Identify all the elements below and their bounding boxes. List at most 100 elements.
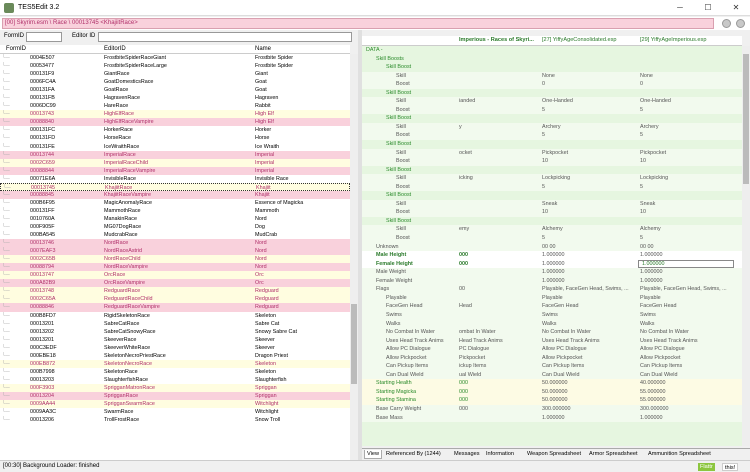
field-row[interactable]: Skill Boosts — [362, 54, 742, 64]
field-row[interactable]: Boost 5 5 — [362, 105, 742, 115]
field-row[interactable]: Boost 5 5 — [362, 234, 742, 243]
field-row[interactable]: Can Dual Wield ual Wield Can Dual Wield Can… — [362, 370, 742, 380]
tab-ammunition-spreadsheet[interactable]: Ammunition Spreadsheet — [646, 450, 713, 459]
scroll-thumb[interactable] — [743, 54, 749, 184]
column-plugin-3[interactable]: [29] YiffyAgeImperious.esp — [640, 37, 706, 43]
tab-referenced-by-1244-[interactable]: Referenced By (1244) — [384, 450, 443, 459]
table-row[interactable]: └─ 00088846 RedguardRaceVampire Redguard — [0, 303, 350, 312]
field-row[interactable]: Skill Boost — [362, 216, 742, 226]
table-row[interactable]: └─ 000B6F95 MagicAnomalyRace Essence of Mag… — [0, 199, 350, 207]
field-row[interactable]: Skill Sneak Sneak — [362, 199, 742, 209]
field-row[interactable]: DATA - — [362, 46, 742, 55]
tab-messages[interactable]: Messages — [452, 450, 482, 459]
table-row[interactable]: └─ 0010760A ManakinRace Nord — [0, 215, 350, 223]
field-row[interactable]: Skill Boost — [362, 88, 742, 98]
table-row[interactable]: └─ 00013748 RedguardRace Redguard — [0, 287, 350, 296]
field-row[interactable]: Skill Boost — [362, 165, 742, 175]
field-row[interactable]: Skill Boost — [362, 191, 742, 200]
field-row[interactable]: Base Carry Weight 000 300.000000 300.000000 — [362, 404, 742, 414]
table-row[interactable]: └─ 00013743 HighElfRace High Elf — [0, 110, 350, 119]
field-row[interactable]: Starting Magicka 000 50.000000 55.000000 — [362, 387, 742, 397]
tab-view[interactable]: View — [364, 450, 383, 459]
field-row[interactable]: Uses Head Track Anims Head Track Anims Use… — [362, 336, 742, 346]
editorid-filter-input[interactable] — [98, 32, 352, 42]
minimize-button[interactable]: ─ — [666, 0, 694, 16]
record-view-scrollbar[interactable] — [742, 46, 750, 446]
formid-filter-input[interactable] — [26, 32, 62, 42]
record-list-scrollbar[interactable] — [350, 54, 358, 460]
field-row[interactable]: Skill icking Lockpicking Lockpicking — [362, 174, 742, 183]
back-nav-icon[interactable] — [722, 19, 731, 28]
field-row[interactable]: Walks Walks Walks — [362, 319, 742, 329]
column-formid[interactable]: FormID — [6, 46, 26, 52]
tab-weapon-spreadsheet[interactable]: Weapon Spreadsheet — [525, 450, 583, 459]
table-row[interactable]: └─ 0009AA44 SprigganSwarmRace Witchlight — [0, 400, 350, 409]
close-button[interactable]: ✕ — [722, 0, 750, 16]
table-row[interactable]: └─ 000131FD HorseRace Horse — [0, 134, 350, 142]
field-row[interactable]: Boost 10 10 — [362, 157, 742, 166]
table-row[interactable]: └─ 000B8FD7 RigidSkeletonRace Skeleton — [0, 312, 350, 320]
table-row[interactable]: └─ 0002C65A RedguardRaceChild Redguard — [0, 295, 350, 304]
field-row[interactable]: Skill Boost — [362, 114, 742, 123]
field-row[interactable]: Allow Pickpocket Pickpocket Allow Pickpock… — [362, 353, 742, 363]
field-row[interactable]: Can Pickup Items ickup Items Can Pickup It… — [362, 362, 742, 371]
field-row[interactable]: Base Mass 1.000000 1.000000 — [362, 413, 742, 423]
table-row[interactable]: └─ 000131F9 GiantRace Giant — [0, 70, 350, 78]
field-row[interactable]: No Combat In Water ombat In Water No Comba… — [362, 328, 742, 337]
field-row[interactable]: Skill y Archery Archery — [362, 122, 742, 132]
table-row[interactable]: └─ 0007EAF3 NordRaceAstrid Nord — [0, 247, 350, 256]
table-row[interactable]: └─ 000C3EDF SkeeverWhiteRace Skeever — [0, 344, 350, 352]
table-row[interactable]: └─ 00013747 OrcRace Orc — [0, 271, 350, 280]
table-row[interactable]: └─ 0002C65B NordRaceChild Nord — [0, 255, 350, 264]
table-row[interactable]: └─ 00013746 NordRace Nord — [0, 239, 350, 248]
table-row[interactable]: └─ 000131FB HagravenRace Hagraven — [0, 94, 350, 102]
column-name[interactable]: Name — [255, 46, 271, 52]
field-row[interactable]: Boost 0 0 — [362, 80, 742, 89]
table-row[interactable]: └─ 0006DC99 HareRace Rabbit — [0, 102, 350, 110]
table-row[interactable]: └─ 000131FF MammothRace Mammoth — [0, 207, 350, 215]
column-editorid[interactable]: EditorID — [104, 46, 126, 52]
field-row[interactable]: FaceGen Head Head FaceGen Head FaceGen Head — [362, 302, 742, 311]
field-row[interactable]: Skill Boost — [362, 140, 742, 149]
field-row[interactable]: Male Height 000 1.000000 1.000000 — [362, 251, 742, 260]
table-row[interactable]: └─ 000BA545 MudcrabRace MudCrab — [0, 231, 350, 239]
table-row[interactable]: └─ 00088844 ImperialRaceVampire Imperial — [0, 166, 350, 175]
field-row[interactable]: Boost 10 10 — [362, 208, 742, 217]
field-row[interactable]: Flags 00 Playable, FaceGen Head, Swims, ..… — [362, 285, 742, 294]
forward-nav-icon[interactable] — [736, 19, 745, 28]
flattr-this-badge[interactable]: this! — [722, 463, 739, 471]
field-row[interactable]: Playable Playable Playable — [362, 293, 742, 303]
table-row[interactable]: └─ 000131FE IceWraithRace Ice Wraith — [0, 143, 350, 151]
flattr-badge[interactable]: Flattr — [698, 463, 715, 471]
field-row[interactable]: Skill ianded One-Handed One-Handed — [362, 97, 742, 106]
field-row[interactable]: Allow PC Dialogue PC Dialogue Allow PC Dia… — [362, 345, 742, 354]
table-row[interactable]: └─ 00013201 SabreCatRace Sabre Cat — [0, 320, 350, 328]
maximize-button[interactable]: ☐ — [694, 0, 722, 16]
table-row[interactable]: └─ 00088845 KhajiitRaceVampire Khajiit — [0, 190, 350, 199]
table-row[interactable]: └─ 00013745 KhajiitRace Khajiit — [0, 182, 350, 191]
field-row[interactable]: Skill None None — [362, 71, 742, 81]
field-row[interactable]: Starting Stamina 000 50.000000 55.000000 — [362, 396, 742, 405]
field-row[interactable]: Skill Boost — [362, 63, 742, 72]
tab-information[interactable]: Information — [484, 450, 516, 459]
table-row[interactable]: └─ 000EBE18 SkeletonNecroPriestRace Dragon … — [0, 352, 350, 360]
table-row[interactable]: └─ 00013202 SabreCatSnowyRace Snowy Sabre C… — [0, 328, 350, 336]
table-row[interactable]: └─ 000131FC HorkerRace Horker — [0, 126, 350, 134]
table-row[interactable]: └─ 00071E6A InvisibleRace Invisible Race — [0, 175, 350, 183]
table-row[interactable]: └─ 00088794 NordRaceVampire Nord — [0, 263, 350, 272]
table-row[interactable]: └─ 000F3903 SprigganMatronRace Spriggan — [0, 383, 350, 392]
table-row[interactable]: └─ 00088840 HighElfRaceVampire High Elf — [0, 118, 350, 127]
table-row[interactable]: └─ 00013744 ImperialRace Imperial — [0, 150, 350, 159]
table-row[interactable]: └─ 0006FC4A GoatDomesticsRace Goat — [0, 78, 350, 86]
column-plugin-2[interactable]: [27] YiffyAgeConsolidated.esp — [542, 37, 617, 43]
table-row[interactable]: └─ 0009AA3C SwarmRace Witchlight — [0, 408, 350, 416]
table-row[interactable]: └─ 000131FA GoatRace Goat — [0, 86, 350, 94]
table-row[interactable]: └─ 00053477 FrostbiteSpiderRaceLarge Frostb… — [0, 62, 350, 70]
table-row[interactable]: └─ 0004E507 FrostbiteSpiderRaceGiant Frostb… — [0, 54, 350, 62]
table-row[interactable]: └─ 000F905F MG07DogRace Dog — [0, 223, 350, 231]
field-row[interactable]: Boost 5 5 — [362, 182, 742, 192]
table-row[interactable]: └─ 0002C659 ImperialRaceChild Imperial — [0, 158, 350, 167]
table-row[interactable]: └─ 000A82B9 OrcRaceVampire Orc — [0, 279, 350, 288]
table-row[interactable]: └─ 000EB872 SkeletonNecroRace Skeleton — [0, 359, 350, 368]
field-row[interactable]: Male Weight 1.000000 1.000000 — [362, 268, 742, 277]
